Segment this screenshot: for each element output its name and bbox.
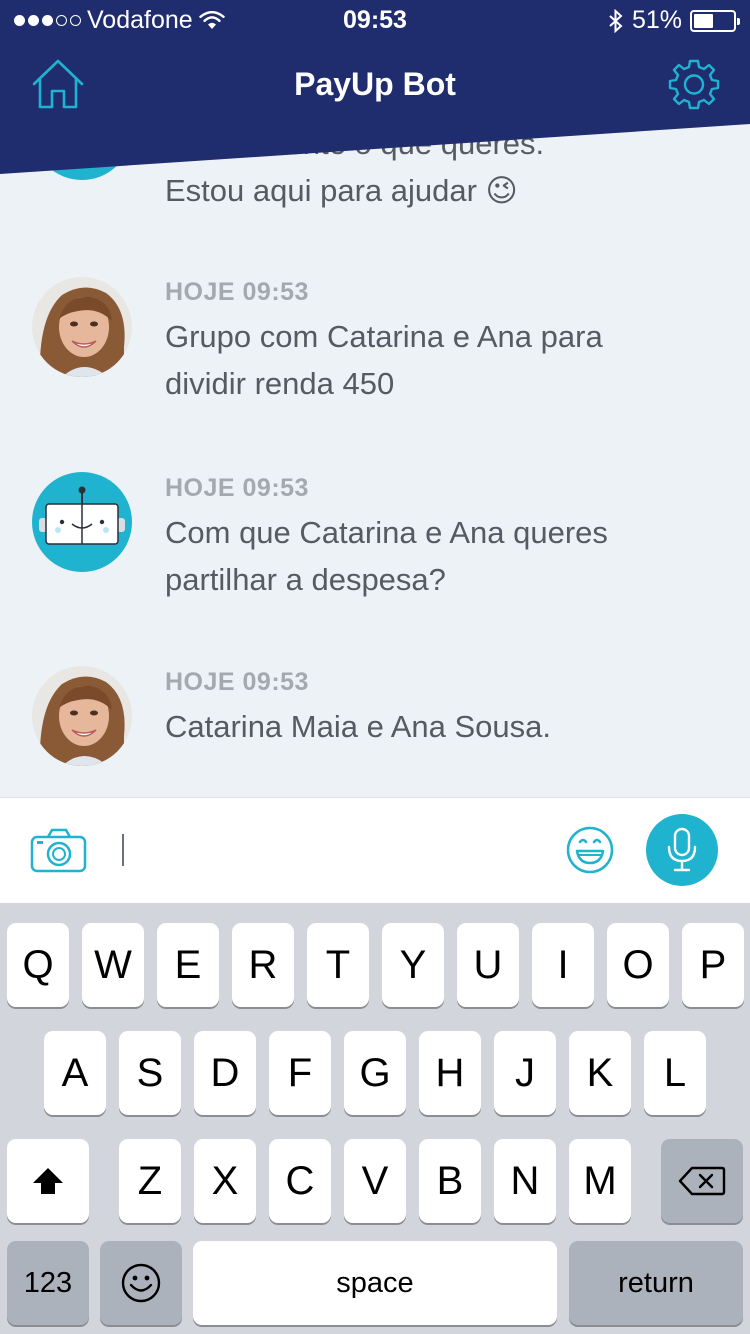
key-s[interactable]: S xyxy=(119,1031,181,1115)
key-g[interactable]: G xyxy=(344,1031,406,1115)
key-x[interactable]: X xyxy=(194,1139,256,1223)
status-bar: Vodafone 09:53 51% xyxy=(0,0,750,40)
keyboard: Q W E R T Y U I O P A S D F G H J K L Z … xyxy=(0,903,750,1334)
key-f[interactable]: F xyxy=(269,1031,331,1115)
message-time: HOJE 09:53 xyxy=(165,474,309,502)
emoji-button[interactable] xyxy=(565,825,615,875)
key-d[interactable]: D xyxy=(194,1031,256,1115)
battery-level xyxy=(694,13,714,28)
key-n[interactable]: N xyxy=(494,1139,556,1223)
user-avatar xyxy=(32,666,132,766)
key-c[interactable]: C xyxy=(269,1139,331,1223)
key-y[interactable]: Y xyxy=(382,923,444,1007)
delete-key[interactable] xyxy=(661,1139,743,1223)
microphone-button[interactable] xyxy=(646,814,718,886)
bluetooth-icon xyxy=(609,8,623,33)
numbers-key[interactable]: 123 xyxy=(7,1241,89,1325)
home-icon xyxy=(32,59,84,109)
key-z[interactable]: Z xyxy=(119,1139,181,1223)
key-l[interactable]: L xyxy=(644,1031,706,1115)
key-a[interactable]: A xyxy=(44,1031,106,1115)
message-text-line: Grupo com Catarina e Ana para xyxy=(165,319,603,354)
key-w[interactable]: W xyxy=(82,923,144,1007)
key-p[interactable]: P xyxy=(682,923,744,1007)
key-k[interactable]: K xyxy=(569,1031,631,1115)
microphone-icon xyxy=(667,827,697,872)
message-text-line: Com que Catarina e Ana queres xyxy=(165,515,608,550)
settings-button[interactable] xyxy=(668,58,720,110)
user-avatar xyxy=(32,277,132,377)
shift-key[interactable] xyxy=(7,1139,89,1223)
gear-icon xyxy=(668,59,720,110)
key-o[interactable]: O xyxy=(607,923,669,1007)
key-u[interactable]: U xyxy=(457,923,519,1007)
message-text-partial: naturalmente o que queres. xyxy=(165,126,545,161)
smiley-icon xyxy=(566,826,614,874)
shift-arrow-icon xyxy=(33,1168,63,1194)
key-e[interactable]: E xyxy=(157,923,219,1007)
message-text-line: partilhar a despesa? xyxy=(165,562,446,597)
space-key[interactable]: space xyxy=(193,1241,557,1325)
key-q[interactable]: Q xyxy=(7,923,69,1007)
message-input-bar xyxy=(0,797,750,903)
key-r[interactable]: R xyxy=(232,923,294,1007)
camera-icon xyxy=(30,828,87,873)
message-time: HOJE 09:53 xyxy=(165,668,309,696)
home-button[interactable] xyxy=(30,56,86,112)
status-right: 51% xyxy=(608,6,740,35)
key-h[interactable]: H xyxy=(419,1031,481,1115)
battery-percent: 51% xyxy=(631,6,682,34)
battery-icon xyxy=(690,9,740,32)
key-t[interactable]: T xyxy=(307,923,369,1007)
key-b[interactable]: B xyxy=(419,1139,481,1223)
message-text: Estou aqui para ajudar 😉 xyxy=(165,173,518,208)
backspace-icon xyxy=(678,1166,726,1196)
key-i[interactable]: I xyxy=(532,923,594,1007)
key-j[interactable]: J xyxy=(494,1031,556,1115)
message-input[interactable] xyxy=(122,834,124,866)
key-m[interactable]: M xyxy=(569,1139,631,1223)
emoji-keyboard-key[interactable] xyxy=(100,1241,182,1325)
emoji-keyboard-icon xyxy=(121,1263,161,1303)
return-key[interactable]: return xyxy=(569,1241,743,1325)
key-v[interactable]: V xyxy=(344,1139,406,1223)
message-text-line: Catarina Maia e Ana Sousa. xyxy=(165,709,552,744)
message-text-line: dividir renda 450 xyxy=(165,366,395,401)
chat-area[interactable]: naturalmente o que queres. Estou aqui pa… xyxy=(0,0,750,797)
camera-button[interactable] xyxy=(30,828,88,874)
message-time: HOJE 09:53 xyxy=(165,278,309,306)
bot-avatar xyxy=(32,472,132,572)
